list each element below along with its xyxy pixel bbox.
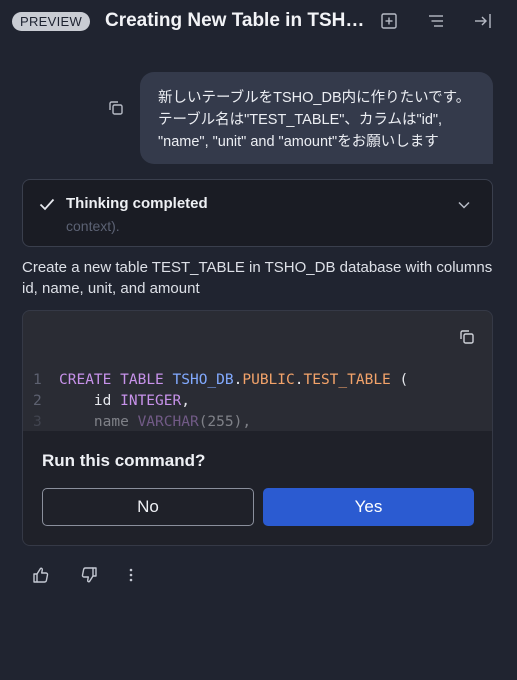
user-message-bubble: 新しいテーブルをTSHO_DB内に作りたいです。 テーブル名は"TEST_TAB… [140,72,493,164]
copy-message-icon[interactable] [107,99,125,117]
yes-button[interactable]: Yes [263,488,474,526]
code-block: 1 CREATE TABLE TSHO_DB.PUBLIC.TEST_TABLE … [22,310,493,546]
code-line: 3 name VARCHAR(255), [33,412,408,433]
list-icon[interactable] [426,11,446,31]
confirm-question: Run this command? [42,451,206,470]
header-bar: PREVIEW Creating New Table in TSH… [0,0,517,44]
add-square-icon[interactable] [379,11,399,31]
preview-badge: PREVIEW [12,12,91,31]
thinking-subtitle: context). [66,218,120,234]
code-line: 1 CREATE TABLE TSHO_DB.PUBLIC.TEST_TABLE … [33,370,408,391]
schema-token: PUBLIC [242,372,295,388]
type-token: INTEGER [120,393,182,409]
column-token: id [59,393,121,409]
keyword-token: CREATE [59,372,112,388]
column-token: name [59,414,138,430]
copy-code-icon[interactable] [458,328,476,346]
no-button[interactable]: No [42,488,254,526]
line-number: 3 [33,414,42,430]
more-options-icon[interactable] [122,566,140,584]
collapse-right-icon[interactable] [473,11,493,31]
chevron-down-icon[interactable] [456,197,472,213]
database-token: TSHO_DB [172,372,234,388]
thinking-title: Thinking completed [66,195,208,212]
user-message-line: "name", "unit" and "amount"をお願いします [158,134,439,150]
thinking-panel[interactable]: Thinking completed context). [22,179,493,247]
args-token: (255), [198,414,252,430]
check-icon [38,195,56,213]
sql-code: 1 CREATE TABLE TSHO_DB.PUBLIC.TEST_TABLE … [33,370,408,433]
line-number: 1 [33,372,42,388]
user-message-line: テーブル名は"TEST_TABLE"、カラムは"id", [158,112,443,128]
run-command-confirm: Run this command? No Yes [23,431,492,545]
comma-token: , [181,393,190,409]
line-number: 2 [33,393,42,409]
table-token: TEST_TABLE [303,372,391,388]
thumbs-up-icon[interactable] [32,566,50,584]
thumbs-down-icon[interactable] [80,566,98,584]
assistant-description: Create a new table TEST_TABLE in TSHO_DB… [22,259,493,297]
type-token: VARCHAR [137,414,199,430]
keyword-token: TABLE [120,372,164,388]
page-title: Creating New Table in TSH… [105,10,365,31]
code-line: 2 id INTEGER, [33,391,408,412]
paren-token: ( [390,372,409,388]
user-message-line: 新しいテーブルをTSHO_DB内に作りたいです。 [158,90,471,106]
